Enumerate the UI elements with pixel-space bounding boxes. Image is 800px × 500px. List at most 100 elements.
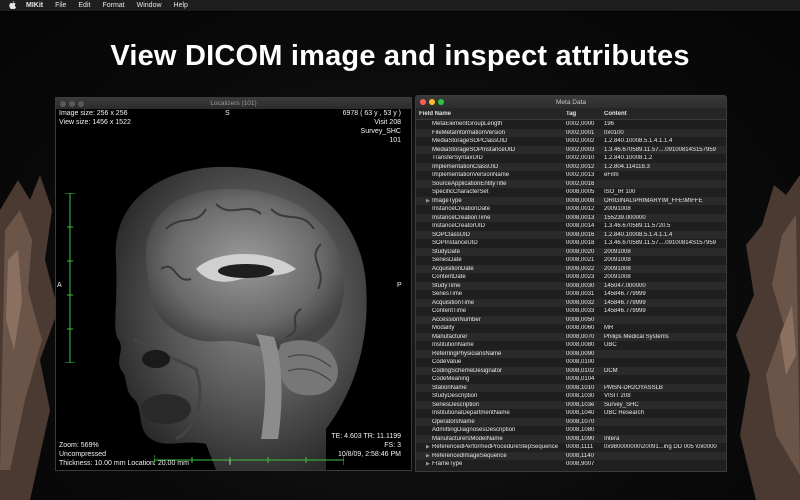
table-row[interactable]: StudyDescription 0008,1030 VISIT 208 <box>416 392 726 401</box>
content-cell: Philips Medical Systems <box>604 333 669 340</box>
content-cell: 20091008 <box>604 206 631 213</box>
field-name-cell: InstanceCreationDate <box>416 206 566 212</box>
orientation-top: S <box>225 110 230 117</box>
field-name-text: Modality <box>432 325 455 332</box>
table-row[interactable]: ▶ ReferencedImageSequence 0008,1140 <box>416 451 726 460</box>
metadata-title: Meta Data <box>556 98 586 106</box>
table-row[interactable]: SeriesDescription 0008,103e Survey_SHC <box>416 400 726 409</box>
table-row[interactable]: SOPInstanceUID 0008,0018 1.3.46.670589.11.… <box>416 239 726 248</box>
table-row[interactable]: OperatorsName 0008,1070 <box>416 417 726 426</box>
menu-app-name[interactable]: MIKit <box>24 2 49 9</box>
menu-help[interactable]: Help <box>168 2 194 9</box>
field-name-text: AdmittingDiagnosesDescription <box>432 427 516 434</box>
table-row[interactable]: MediaStorageSOPInstanceUID 0002,0003 1.3.4… <box>416 145 726 154</box>
table-row[interactable]: ReferringPhysiciansName 0008,0090 <box>416 349 726 358</box>
table-row[interactable]: ManufacturersModelName 0008,1090 Intera <box>416 434 726 443</box>
tag-cell: 0008,0021 <box>566 257 595 264</box>
table-row[interactable]: InstitutionalDepartmentName 0008,1040 UBC … <box>416 409 726 418</box>
table-row[interactable]: SOPClassUID 0008,0016 1.2.840.10008.5.1.4.… <box>416 230 726 239</box>
table-row[interactable]: Manufacturer 0008,0070 Philips Medical Sys… <box>416 332 726 341</box>
menu-file[interactable]: File <box>49 2 72 9</box>
table-row[interactable]: MetaElementGroupLength 0002,0000 196 <box>416 120 726 129</box>
table-row[interactable]: MediaStorageSOPClassUID 0002,0002 1.2.840.… <box>416 137 726 146</box>
content-cell: 20091008 <box>604 265 631 272</box>
column-header-tag[interactable]: Tag <box>566 111 604 117</box>
table-row[interactable]: InstanceCreationTime 0008,0013 155239.0000… <box>416 213 726 222</box>
content-cell: VISIT 208 <box>604 393 631 400</box>
table-row[interactable]: SourceApplicationEntityTitle 0002,0016 <box>416 179 726 188</box>
field-name-cell: Modality <box>416 325 566 331</box>
table-row[interactable]: CodeMeaning 0008,0104 <box>416 375 726 384</box>
field-name-cell: InstitutionalDepartmentName <box>416 410 566 416</box>
table-row[interactable]: AcquisitionDate 0008,0022 20091008 <box>416 264 726 273</box>
content-cell: 1.3.46.670589.11.5720.5 <box>604 223 671 230</box>
table-row[interactable]: AccessionNumber 0008,0050 <box>416 315 726 324</box>
table-row[interactable]: CodingSchemeDesignator 0008,0102 DCM <box>416 366 726 375</box>
column-header-field-name[interactable]: Field Name <box>416 111 566 117</box>
field-name-cell: CodeValue <box>416 359 566 365</box>
apple-menu-icon[interactable] <box>0 0 24 11</box>
table-row[interactable]: ImplementationClassUID 0002,0012 1.2.804.1… <box>416 162 726 171</box>
field-name-text: AccessionNumber <box>432 316 481 323</box>
field-name-cell: SOPInstanceUID <box>416 240 566 246</box>
content-cell: 196 <box>604 121 615 128</box>
field-name-text: StudyDate <box>432 248 461 255</box>
table-row[interactable]: FileMetaInformationVersion 0002,0001 0x010… <box>416 128 726 137</box>
field-name-text: FileMetaInformationVersion <box>432 129 506 136</box>
content-cell: UBC Research <box>604 410 645 417</box>
table-row[interactable]: InstitutionName 0008,0080 UBC <box>416 341 726 350</box>
menu-format[interactable]: Format <box>96 2 130 9</box>
menu-bar: MIKit File Edit Format Window Help <box>0 0 800 12</box>
tag-cell: 0002,0002 <box>566 138 595 145</box>
table-row[interactable]: SpecificCharacterSet 0008,0005 ISO_IR 100 <box>416 188 726 197</box>
content-cell: 0x980000000\20091...ing DD 005 \0x0000 <box>604 444 717 451</box>
table-row[interactable]: InstanceCreatorUID 0008,0014 1.3.46.670589… <box>416 222 726 231</box>
content-cell: UBC <box>604 342 617 349</box>
field-name-cell: ContentTime <box>416 308 566 314</box>
table-row[interactable]: ContentTime 0008,0033 145846.779999 <box>416 307 726 316</box>
table-row[interactable]: ▶ ReferencedPerformedProcedureStepSequenc… <box>416 443 726 452</box>
table-row[interactable]: Modality 0008,0060 MR <box>416 324 726 333</box>
tag-cell: 0008,0008 <box>566 197 595 204</box>
field-name-cell: FileMetaInformationVersion <box>416 130 566 136</box>
table-row[interactable]: StudyDate 0008,0020 20091008 <box>416 247 726 256</box>
tag-cell: 0008,0005 <box>566 189 595 196</box>
field-name-text: AcquisitionDate <box>432 265 474 272</box>
menu-edit[interactable]: Edit <box>72 2 96 9</box>
tag-cell: 0008,0090 <box>566 350 595 357</box>
table-row[interactable]: CodeValue 0008,0100 <box>416 358 726 367</box>
table-row[interactable]: SeriesTime 0008,0031 145846.779999 <box>416 290 726 299</box>
field-name-cell: AccessionNumber <box>416 317 566 323</box>
field-name-text: InstanceCreationTime <box>432 214 491 221</box>
content-cell: DCM <box>604 367 618 374</box>
localizers-titlebar: Localizers (101) <box>56 98 411 109</box>
content-cell: 20091008 <box>604 248 631 255</box>
disclosure-triangle-icon[interactable]: ▶ <box>426 198 430 204</box>
tag-cell: 0008,0022 <box>566 265 595 272</box>
table-row[interactable]: ▶ FrameType 0008,9007 <box>416 460 726 469</box>
field-name-cell: InstanceCreationTime <box>416 215 566 221</box>
tag-cell: 0008,0020 <box>566 248 595 255</box>
column-header-content[interactable]: Content <box>604 111 726 117</box>
table-row[interactable]: AdmittingDiagnosesDescription 0008,1080 <box>416 426 726 435</box>
table-row[interactable]: TransferSyntaxUID 0002,0010 1.2.840.10008.… <box>416 154 726 163</box>
table-row[interactable]: ImplementationVersionName 0002,0013 eFilm <box>416 171 726 180</box>
field-name-text: ContentDate <box>432 274 466 281</box>
tag-cell: 0008,0012 <box>566 206 595 213</box>
menu-window[interactable]: Window <box>131 2 168 9</box>
field-name-cell: Manufacturer <box>416 334 566 340</box>
table-row[interactable]: StationName 0008,1010 PMSN-DR2OYASSLB <box>416 383 726 392</box>
disclosure-triangle-icon[interactable]: ▶ <box>426 444 430 450</box>
disclosure-triangle-icon[interactable]: ▶ <box>426 453 430 459</box>
disclosure-triangle-icon[interactable]: ▶ <box>426 461 430 467</box>
table-row[interactable]: StudyTime 0008,0030 145047.000000 <box>416 281 726 290</box>
field-name-cell: MetaElementGroupLength <box>416 121 566 127</box>
mri-sagittal-image[interactable] <box>56 109 411 470</box>
field-name-text: SpecificCharacterSet <box>432 189 489 196</box>
content-cell: 1.2.840.10008.1.2 <box>604 155 653 162</box>
table-row[interactable]: AcquisitionTime 0008,0032 145846.779999 <box>416 298 726 307</box>
table-row[interactable]: InstanceCreationDate 0008,0012 20091008 <box>416 205 726 214</box>
table-row[interactable]: SeriesDate 0008,0021 20091008 <box>416 256 726 265</box>
table-row[interactable]: ▶ ImageType 0008,0008 ORIGINAL\PRIMARY\M_FF… <box>416 196 726 205</box>
table-row[interactable]: ContentDate 0008,0023 20091008 <box>416 273 726 282</box>
